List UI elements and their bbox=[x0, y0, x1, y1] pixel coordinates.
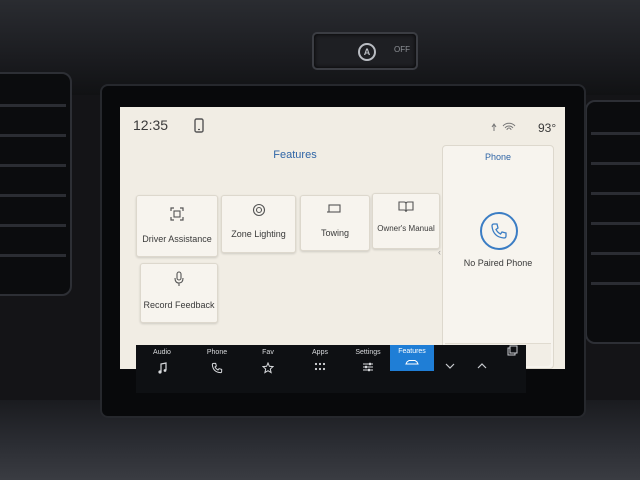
driver-assistance-tile[interactable]: Driver Assistance bbox=[136, 195, 218, 257]
features-title: Features bbox=[273, 149, 317, 161]
tile-label: Owner's Manual bbox=[377, 224, 435, 233]
nav-label: Phone bbox=[206, 349, 228, 356]
nav-favorites[interactable]: Fav bbox=[250, 345, 286, 393]
auto-start-stop-icon: A bbox=[358, 43, 376, 61]
nav-audio[interactable]: Audio bbox=[144, 345, 180, 393]
window-toggle-icon[interactable] bbox=[502, 345, 522, 359]
tile-label: Driver Assistance bbox=[142, 234, 212, 244]
tile-label: Record Feedback bbox=[143, 300, 215, 310]
left-air-vent bbox=[0, 72, 72, 296]
chevron-down-icon[interactable] bbox=[440, 359, 460, 373]
sliders-icon bbox=[363, 362, 373, 372]
status-bar: 12:35 93° bbox=[120, 107, 565, 143]
outside-temperature: 93° bbox=[538, 121, 557, 135]
record-feedback-tile[interactable]: Record Feedback bbox=[140, 263, 218, 323]
phone-device-icon bbox=[194, 118, 204, 133]
chevron-up-icon[interactable] bbox=[472, 359, 492, 373]
nav-label: Settings bbox=[355, 349, 381, 356]
off-label: OFF bbox=[394, 45, 410, 54]
owners-manual-tile[interactable]: Owner's Manual bbox=[372, 193, 440, 249]
towing-icon bbox=[327, 204, 341, 213]
nav-label: Features bbox=[398, 348, 426, 355]
apps-grid-icon bbox=[314, 362, 326, 371]
nav-apps[interactable]: Apps bbox=[300, 345, 340, 393]
zone-lighting-icon bbox=[252, 203, 265, 217]
nav-label: Apps bbox=[312, 349, 328, 356]
bottom-nav-bar: Audio Phone Fav Apps Settings Features bbox=[136, 345, 526, 393]
nav-label: Fav bbox=[262, 349, 274, 356]
infotainment-screen: 12:35 93° Features Driver Assistance Zon… bbox=[120, 107, 565, 369]
phone-call-button[interactable] bbox=[480, 212, 518, 250]
nav-label: Audio bbox=[153, 349, 171, 356]
tile-label: Towing bbox=[320, 228, 349, 238]
driver-assistance-icon bbox=[170, 207, 184, 221]
nav-phone[interactable]: Phone bbox=[198, 345, 236, 393]
phone-icon bbox=[491, 223, 507, 239]
book-icon bbox=[398, 201, 414, 213]
nav-features[interactable]: Features bbox=[390, 345, 434, 371]
star-icon bbox=[262, 362, 274, 374]
phone-icon bbox=[211, 362, 223, 374]
no-paired-phone-text: No Paired Phone bbox=[463, 258, 533, 268]
zone-lighting-tile[interactable]: Zone Lighting bbox=[221, 195, 296, 253]
phone-panel: Phone No Paired Phone Add Phone bbox=[442, 145, 554, 369]
car-icon bbox=[405, 360, 419, 365]
right-air-vent bbox=[585, 100, 640, 344]
auto-start-stop-button[interactable]: A OFF bbox=[312, 32, 418, 70]
nav-settings[interactable]: Settings bbox=[348, 345, 388, 393]
microphone-icon bbox=[174, 271, 184, 286]
phone-panel-title: Phone bbox=[484, 152, 512, 162]
music-note-icon bbox=[158, 362, 167, 374]
towing-tile[interactable]: Towing bbox=[300, 195, 370, 251]
clock: 12:35 bbox=[133, 117, 169, 133]
connectivity-icon bbox=[491, 122, 516, 131]
tile-label: Zone Lighting bbox=[231, 229, 286, 239]
